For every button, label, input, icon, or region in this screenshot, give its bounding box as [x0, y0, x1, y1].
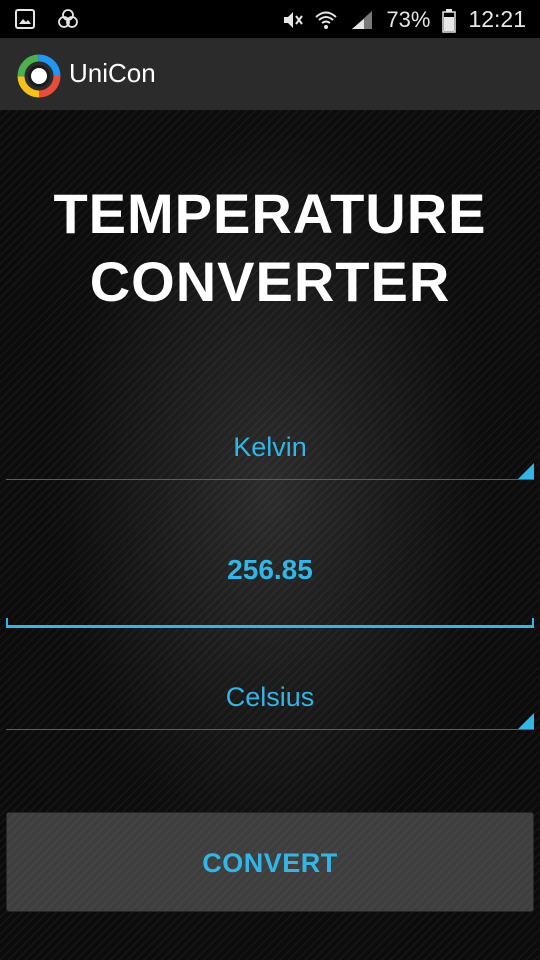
from-unit-label: Kelvin — [233, 432, 307, 462]
title-line-2: CONVERTER — [89, 250, 451, 313]
dropdown-arrow-icon — [518, 713, 534, 729]
notification-icon — [56, 8, 80, 30]
converter-screen: TEMPERATURE CONVERTER Kelvin Celsius CON… — [0, 110, 540, 960]
wifi-icon — [314, 9, 338, 31]
app-bar: UniCon — [0, 38, 540, 111]
value-input-container — [6, 520, 534, 628]
status-right-icons: 73% 12:21 — [278, 6, 526, 33]
temperature-value-input[interactable] — [6, 540, 534, 600]
gallery-icon — [14, 8, 38, 30]
app-title: UniCon — [69, 58, 156, 88]
unicon-logo-icon[interactable] — [17, 54, 61, 98]
from-unit-underline — [6, 479, 534, 480]
signal-icon — [350, 9, 374, 31]
status-bar: 73% 12:21 — [0, 0, 540, 38]
to-unit-dropdown[interactable]: Celsius — [6, 670, 534, 730]
to-unit-label: Celsius — [225, 682, 315, 712]
mute-icon — [278, 9, 304, 31]
battery-percentage: 73% — [386, 6, 431, 32]
input-underline — [6, 625, 534, 628]
from-unit-dropdown[interactable]: Kelvin — [6, 420, 534, 480]
page-title: TEMPERATURE CONVERTER — [0, 180, 540, 316]
status-left-icons — [14, 8, 80, 30]
convert-button[interactable]: CONVERT — [6, 812, 534, 912]
clock: 12:21 — [468, 6, 526, 32]
battery-icon — [442, 8, 457, 33]
to-unit-underline — [6, 729, 534, 730]
title-line-1: TEMPERATURE — [53, 182, 487, 245]
dropdown-arrow-icon — [518, 463, 534, 479]
